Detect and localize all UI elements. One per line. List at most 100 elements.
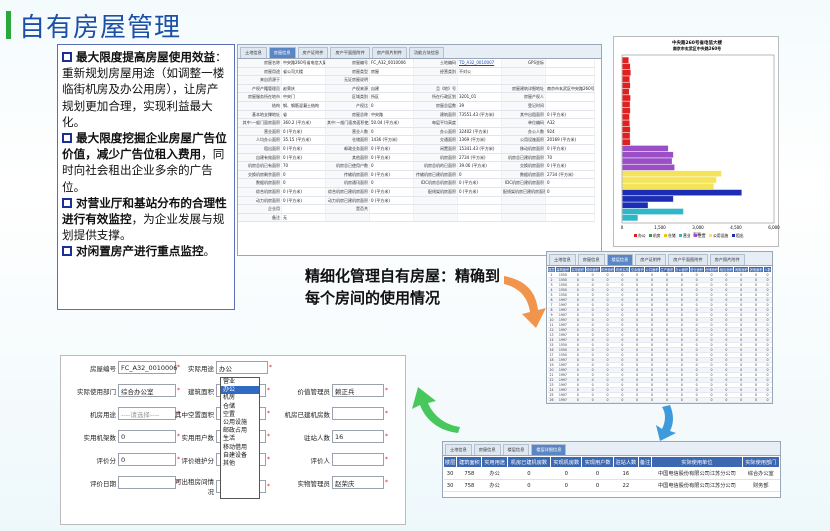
column-header[interactable]: 实际使用部门	[741, 456, 781, 468]
form-input[interactable]: 0	[118, 453, 176, 466]
form-input[interactable]	[332, 453, 384, 466]
field-label: 其中:一般门面房面积	[238, 119, 282, 128]
dropdown-option[interactable]: 自建设备	[221, 452, 259, 460]
usage-dropdown-list[interactable]: 营业 办公 机房 仓储 空置 公用设施 邮政占用 生活 移动借用 自建设备 其他	[220, 377, 260, 499]
column-header[interactable]: 人数	[763, 266, 772, 273]
field-value: 70	[282, 162, 326, 171]
table-row[interactable]: 30 758 办公 0 0 0 16 中国电信股份有限公司江苏分公司 综合办公室	[443, 467, 780, 480]
field-value: 0	[370, 127, 414, 137]
column-header[interactable]: 机房已建机房数	[506, 456, 552, 468]
table-cell: 中国电信股份有限公司江苏分公司	[651, 479, 743, 492]
column-header[interactable]: 机房面积	[599, 266, 616, 273]
column-header[interactable]: 生产面积	[658, 266, 675, 273]
dropdown-option[interactable]: 空置	[221, 411, 259, 419]
tab[interactable]: 房产照片附件	[371, 47, 407, 58]
tab[interactable]: 房屋信息	[268, 47, 296, 58]
required-mark: *	[385, 387, 388, 394]
column-header[interactable]: 实用用途	[481, 456, 508, 468]
bullet-bold: 最大限度提高房屋使用效益	[76, 50, 216, 64]
dropdown-option[interactable]: 营业	[221, 378, 259, 386]
tab[interactable]: 楼层信息	[502, 444, 530, 455]
table-cell: 财务部	[742, 479, 780, 492]
dropdown-option[interactable]: 其他	[221, 460, 259, 468]
field-label: 房屋名称	[238, 59, 282, 68]
form-input[interactable]: 综合办公室	[118, 384, 176, 397]
form-input[interactable]: 16	[332, 430, 384, 443]
tab[interactable]: 房屋信息	[577, 254, 605, 265]
field-label: 建筑面积	[414, 110, 458, 120]
field-value: 省	[282, 110, 326, 120]
title-accent-bar	[6, 11, 11, 39]
column-header[interactable]: 营业面积	[688, 266, 705, 273]
form-input[interactable]: 赵荣庆	[332, 476, 384, 489]
column-header[interactable]: 备注	[637, 456, 653, 468]
land-code-link[interactable]: TD_A32_0010007	[458, 59, 502, 68]
form-input[interactable]: ----请选择----	[118, 407, 176, 420]
column-header[interactable]: 机房实用	[614, 266, 631, 273]
table-cell: 758	[456, 467, 482, 480]
dropdown-option[interactable]: 移动借用	[221, 444, 259, 452]
form-row: 评价日期 *	[62, 476, 180, 489]
legend-swatch	[694, 234, 697, 237]
field-value: 中央路260号省电信大厦	[282, 59, 326, 68]
column-header[interactable]: 建筑面积	[554, 266, 571, 273]
field-label: 其中出租面积	[502, 110, 546, 120]
tab[interactable]: 房产平面图附件	[330, 47, 370, 58]
field-value	[282, 76, 326, 85]
dropdown-option[interactable]: 生活	[221, 435, 259, 443]
column-header[interactable]: 楼层	[442, 456, 458, 468]
field-value: 0	[370, 179, 414, 188]
form-input[interactable]: 0	[118, 430, 176, 443]
tab[interactable]: 楼层信息	[606, 254, 634, 265]
column-header[interactable]: 闲置面积	[733, 266, 750, 273]
tab[interactable]: 房产照片附件	[709, 254, 745, 265]
column-header[interactable]: 仓储面积	[703, 266, 720, 273]
tab[interactable]: 土地信息	[445, 444, 472, 455]
tab[interactable]: 房产平面图附件	[668, 254, 708, 265]
field-label: 人均办公面积	[238, 136, 282, 145]
field-label	[326, 213, 370, 223]
dropdown-option[interactable]: 公用设施	[221, 419, 259, 427]
column-header[interactable]: 建筑面积	[456, 456, 483, 468]
form-input[interactable]: FC_A32_0010006	[118, 361, 177, 374]
column-header[interactable]: 实现用户数	[581, 456, 614, 468]
form-input[interactable]	[332, 407, 384, 420]
column-header[interactable]: 办公面积	[673, 266, 690, 273]
form-input[interactable]: 赖正兵	[332, 384, 384, 397]
tab[interactable]: 功能方块信息	[408, 47, 445, 58]
field-label: 配线架机房已建机房面积	[502, 187, 546, 197]
dropdown-option[interactable]: 仓储	[221, 403, 259, 411]
form-label: 机房已建机房数	[284, 410, 331, 419]
column-header[interactable]: 租出面积	[718, 266, 735, 273]
tab[interactable]: 房产证附件	[635, 254, 667, 265]
field-value	[458, 196, 502, 206]
dropdown-option[interactable]: 机房	[221, 394, 259, 402]
column-header[interactable]: 其他面积	[748, 266, 764, 273]
column-header[interactable]: 实用面积	[569, 266, 586, 273]
form-input[interactable]: 办公	[216, 361, 268, 374]
field-value	[282, 205, 326, 214]
tab[interactable]: 土地信息	[240, 47, 267, 58]
column-header[interactable]: 空余面积	[629, 266, 646, 273]
tab[interactable]: 楼层详细信息	[531, 444, 567, 455]
legend-swatch	[679, 234, 682, 237]
chart-bar	[622, 57, 629, 64]
column-header[interactable]: 实际使用单位	[651, 456, 743, 468]
table-row[interactable]: 26 1997 0 0 0 0 0 0 0 0 0 0 0 0 0 0	[547, 397, 772, 403]
form-input[interactable]	[118, 476, 176, 489]
tab[interactable]: 房产证附件	[297, 47, 329, 58]
tab[interactable]: 土地信息	[549, 254, 576, 265]
floor-table-panel: 土地信息 房屋信息 楼层信息 楼层详细信息 楼层 建筑面积 实用用途 机房已建机房数 实现机房…	[442, 441, 781, 498]
bullet-item: 最大限度挖掘企业房屋广告位价值，减少广告位租入费用，同时向社会租出企业多余的广告…	[62, 130, 230, 195]
column-header[interactable]: 驻站人数	[612, 456, 639, 468]
table-row[interactable]: 30 758 办公 0 0 0 22 中国电信股份有限公司江苏分公司 财务部	[443, 479, 780, 492]
form-label: 评价维护分	[181, 456, 215, 465]
table-cell: 办公	[481, 479, 508, 492]
column-header[interactable]: 公共面积	[644, 266, 660, 273]
field-value: 2734 (平方米)	[546, 170, 595, 180]
tab[interactable]: 房屋信息	[473, 444, 501, 455]
field-value: 南京市玄武区中央路260号	[546, 84, 595, 94]
column-header[interactable]: 使用面积	[584, 266, 601, 273]
form-label: 价值管理员	[297, 387, 331, 396]
column-header[interactable]: 实现机房数	[550, 456, 583, 468]
